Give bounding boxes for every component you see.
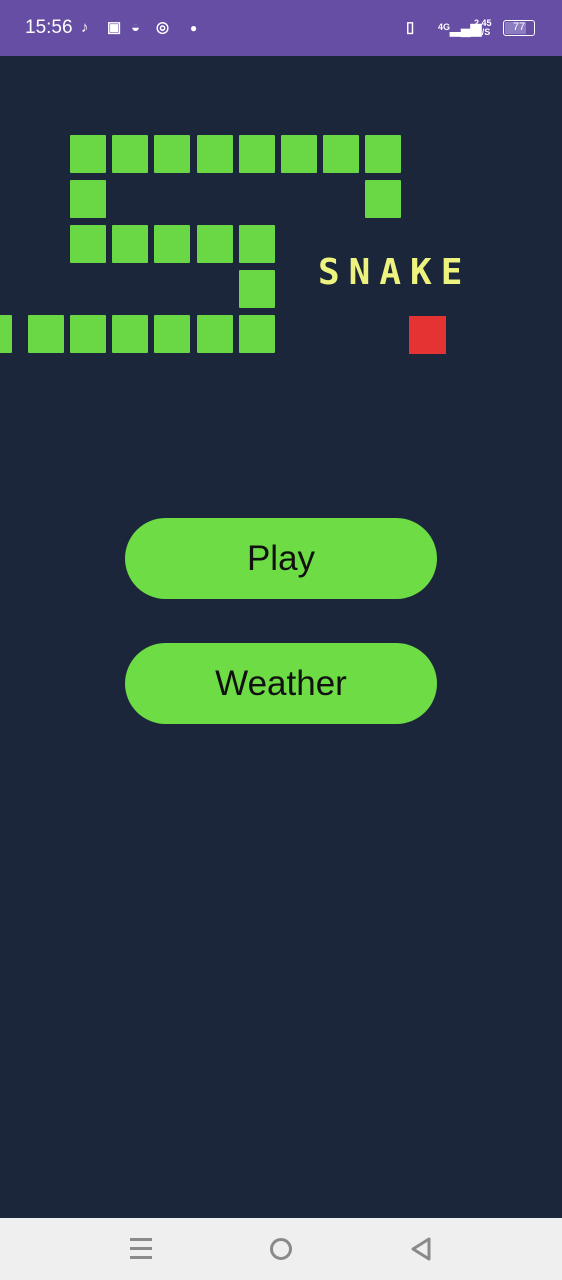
snake-segment <box>365 135 402 173</box>
snake-segment <box>323 135 360 173</box>
play-button[interactable]: Play <box>125 518 437 599</box>
snake-segment <box>27 315 64 353</box>
snake-segment <box>196 135 233 173</box>
snake-segment <box>154 225 191 263</box>
snake-logo: SNAKE <box>0 0 562 400</box>
weather-button[interactable]: Weather <box>125 643 437 724</box>
snake-segment <box>196 315 233 353</box>
snake-segment <box>196 225 233 263</box>
snake-segment <box>238 270 275 308</box>
snake-segment <box>112 135 149 173</box>
recent-apps-button[interactable] <box>130 1238 152 1259</box>
snake-segment <box>0 315 12 353</box>
snake-segment <box>365 180 402 218</box>
snake-segment <box>70 135 106 173</box>
apple-icon <box>409 316 446 354</box>
snake-segment <box>112 315 149 353</box>
snake-segment <box>238 225 275 263</box>
home-button[interactable] <box>270 1238 292 1260</box>
snake-segment <box>70 180 106 218</box>
back-button[interactable] <box>410 1237 432 1261</box>
snake-segment <box>70 315 106 353</box>
logo-title: SNAKE <box>318 252 472 293</box>
snake-segment <box>281 135 317 173</box>
snake-segment <box>70 225 106 263</box>
snake-segment <box>238 135 275 173</box>
snake-segment <box>238 315 275 353</box>
snake-segment <box>154 315 191 353</box>
snake-segment <box>154 135 191 173</box>
snake-segment <box>112 225 149 263</box>
battery-level: 77 <box>512 21 526 33</box>
